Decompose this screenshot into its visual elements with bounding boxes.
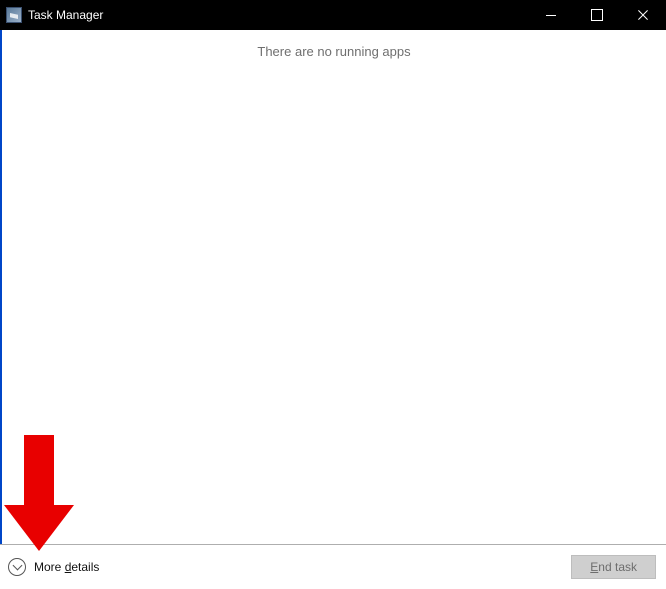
window-controls <box>528 0 666 30</box>
empty-state-message: There are no running apps <box>2 44 666 59</box>
app-icon <box>6 7 22 23</box>
window-title: Task Manager <box>28 8 103 22</box>
content-area: There are no running apps <box>0 30 666 544</box>
footer-bar: More details End task <box>0 544 666 589</box>
end-task-button[interactable]: End task <box>571 555 656 579</box>
minimize-button[interactable] <box>528 0 574 30</box>
close-button[interactable] <box>620 0 666 30</box>
maximize-button[interactable] <box>574 0 620 30</box>
titlebar: Task Manager <box>0 0 666 30</box>
annotation-arrow-icon <box>4 435 74 563</box>
